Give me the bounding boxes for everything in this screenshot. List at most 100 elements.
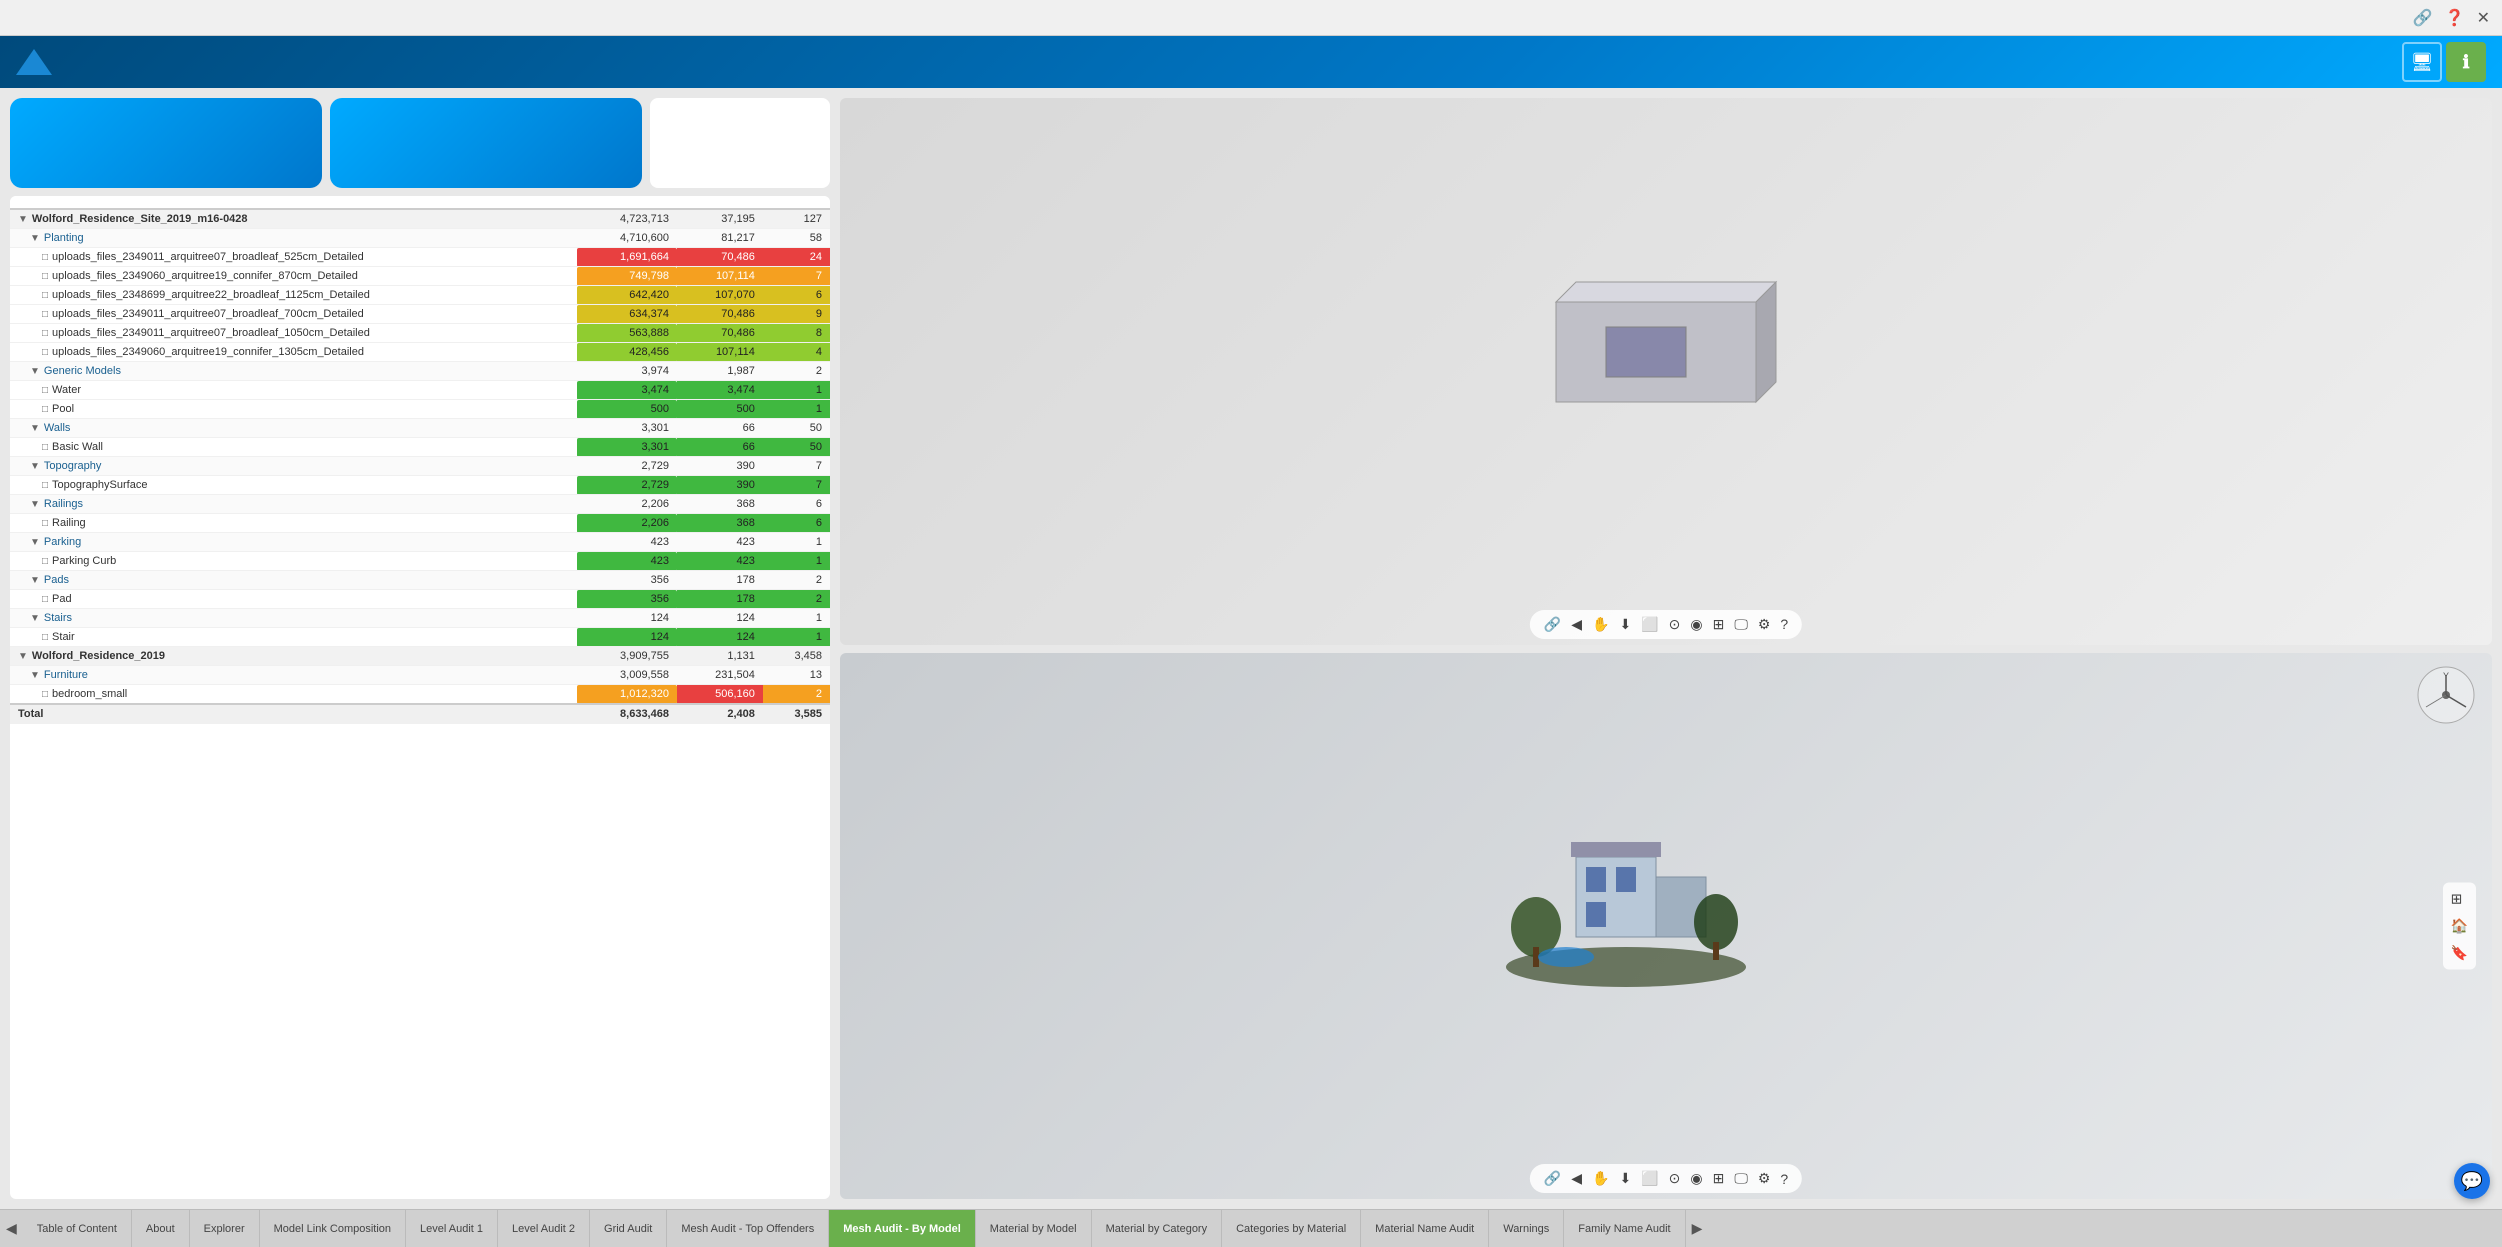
row-icon: ▼: [18, 214, 28, 225]
back-tool2-icon[interactable]: ◀: [1569, 1168, 1584, 1189]
table-cell-facesaver: 506,160: [677, 685, 763, 705]
table-cell-facecount: 1,691,664: [577, 248, 677, 267]
table-cell-facesaver: 124: [677, 628, 763, 647]
row-icon: □: [42, 404, 48, 415]
table-cell-facecount: 500: [577, 400, 677, 419]
table-cell-count: 6: [763, 514, 830, 533]
target-tool-icon[interactable]: ⊙: [1667, 614, 1683, 635]
table-cell-facesaver: 70,486: [677, 324, 763, 343]
table-row[interactable]: ▼Wolford_Residence_20193,909,7551,1313,4…: [10, 647, 830, 666]
tab-mesh-audit-top-offenders[interactable]: Mesh Audit - Top Offenders: [667, 1210, 829, 1247]
col-name-header[interactable]: [10, 196, 577, 209]
worst-triangle-category-card[interactable]: [330, 98, 642, 188]
table-cell-facecount: 642,420: [577, 286, 677, 305]
table-row[interactable]: □Pool5005001: [10, 400, 830, 419]
tabs-scroll-left[interactable]: ◀: [0, 1210, 23, 1247]
table-row[interactable]: ▼Railings2,2063686: [10, 495, 830, 514]
table-row[interactable]: ▼Wolford_Residence_Site_2019_m16-04284,7…: [10, 209, 830, 229]
down-tool2-icon[interactable]: ⬇: [1617, 1168, 1633, 1189]
table-row[interactable]: □TopographySurface2,7293907: [10, 476, 830, 495]
table-cell-facecount: 124: [577, 609, 677, 628]
link-tool-icon[interactable]: 🔗: [1542, 614, 1563, 635]
hand-tool-icon[interactable]: ✋: [1590, 614, 1611, 635]
screen-tool-icon[interactable]: 🖵: [1732, 614, 1750, 635]
table-cell-facecount: 634,374: [577, 305, 677, 324]
settings-tool-icon[interactable]: ⚙: [1756, 614, 1773, 635]
table-row[interactable]: ▼Parking4234231: [10, 533, 830, 552]
tab-material-by-model[interactable]: Material by Model: [976, 1210, 1092, 1247]
back-tool-icon[interactable]: ◀: [1569, 614, 1584, 635]
table-row[interactable]: □uploads_files_2349060_arquitree19_conni…: [10, 343, 830, 362]
chat-bubble[interactable]: 💬: [2454, 1163, 2490, 1199]
target-tool2-icon[interactable]: ⊙: [1667, 1168, 1683, 1189]
tab-grid-audit[interactable]: Grid Audit: [590, 1210, 667, 1247]
table-row[interactable]: □uploads_files_2349011_arquitree07_broad…: [10, 248, 830, 267]
table-row[interactable]: □Railing2,2063686: [10, 514, 830, 533]
tab-material-by-category[interactable]: Material by Category: [1092, 1210, 1223, 1247]
tab-material-name-audit[interactable]: Material Name Audit: [1361, 1210, 1489, 1247]
table-row[interactable]: ▼Furniture3,009,558231,50413: [10, 666, 830, 685]
table-cell-name: ▼Generic Models: [10, 362, 577, 381]
tab-warnings[interactable]: Warnings: [1489, 1210, 1564, 1247]
tab-mesh-audit-by-model[interactable]: Mesh Audit - By Model: [829, 1210, 976, 1247]
col-count-header[interactable]: [763, 196, 830, 209]
sphere-tool2-icon[interactable]: ◉: [1688, 1168, 1704, 1189]
table-row[interactable]: □Pad3561782: [10, 590, 830, 609]
home-tool-icon[interactable]: 🏠: [2449, 915, 2470, 936]
down-tool-icon[interactable]: ⬇: [1617, 614, 1633, 635]
table-row[interactable]: □Parking Curb4234231: [10, 552, 830, 571]
sphere-tool-icon[interactable]: ◉: [1688, 614, 1704, 635]
grid-tool2-icon[interactable]: ⊞: [1711, 1168, 1727, 1189]
screen-tool2-icon[interactable]: 🖵: [1732, 1168, 1750, 1189]
col-facesaver-header[interactable]: [677, 196, 763, 209]
table-row[interactable]: □Stair1241241: [10, 628, 830, 647]
tab-level-audit-1[interactable]: Level Audit 1: [406, 1210, 498, 1247]
tab-explorer[interactable]: Explorer: [190, 1210, 260, 1247]
frame-tool2-icon[interactable]: ⬜: [1639, 1168, 1660, 1189]
table-row[interactable]: □Basic Wall3,3016650: [10, 438, 830, 457]
table-cell-facecount: 3,301: [577, 438, 677, 457]
table-row[interactable]: ▼Pads3561782: [10, 571, 830, 590]
link-tool2-icon[interactable]: 🔗: [1542, 1168, 1563, 1189]
tab-family-name-audit[interactable]: Family Name Audit: [1564, 1210, 1685, 1247]
table-cell-count: 1: [763, 381, 830, 400]
info-button[interactable]: ℹ: [2446, 42, 2486, 82]
col-facecount-header[interactable]: [577, 196, 677, 209]
frame-tool-icon[interactable]: ⬜: [1639, 614, 1660, 635]
table-row[interactable]: ▼Generic Models3,9741,9872: [10, 362, 830, 381]
worst-triangle-model-card[interactable]: [10, 98, 322, 188]
grid-tool-icon[interactable]: ⊞: [1711, 614, 1727, 635]
table-cell-facesaver: 178: [677, 571, 763, 590]
close-icon[interactable]: ✕: [2477, 8, 2490, 28]
help-tool-icon[interactable]: ?: [1778, 614, 1790, 634]
tabs-scroll-right[interactable]: ▶: [1686, 1210, 1709, 1247]
table-cell-count: 127: [763, 209, 830, 229]
table-cell-name: ▼Topography: [10, 457, 577, 476]
tab-table-of-content[interactable]: Table of Content: [23, 1210, 132, 1247]
table-row[interactable]: □uploads_files_2349011_arquitree07_broad…: [10, 324, 830, 343]
table-cell-name: ▼Planting: [10, 229, 577, 248]
display-button[interactable]: 🖥: [2402, 42, 2442, 82]
help-icon[interactable]: ❓: [2445, 8, 2465, 28]
row-icon: ▼: [30, 575, 40, 586]
row-icon: ▼: [18, 651, 28, 662]
table-row[interactable]: □bedroom_small1,012,320506,1602: [10, 685, 830, 705]
view-tool-icon[interactable]: ⊞: [2449, 888, 2470, 909]
tab-categories-by-material[interactable]: Categories by Material: [1222, 1210, 1361, 1247]
table-row[interactable]: □uploads_files_2349060_arquitree19_conni…: [10, 267, 830, 286]
table-row[interactable]: ▼Planting4,710,60081,21758: [10, 229, 830, 248]
tab-about[interactable]: About: [132, 1210, 190, 1247]
help-tool2-icon[interactable]: ?: [1778, 1169, 1790, 1189]
table-row[interactable]: ▼Walls3,3016650: [10, 419, 830, 438]
table-row[interactable]: ▼Stairs1241241: [10, 609, 830, 628]
settings-tool2-icon[interactable]: ⚙: [1756, 1168, 1773, 1189]
hand-tool2-icon[interactable]: ✋: [1590, 1168, 1611, 1189]
tab-model-link-composition[interactable]: Model Link Composition: [260, 1210, 406, 1247]
table-row[interactable]: □uploads_files_2348699_arquitree22_broad…: [10, 286, 830, 305]
bookmark-tool-icon[interactable]: 🔖: [2449, 942, 2470, 963]
link-icon[interactable]: 🔗: [2413, 8, 2433, 28]
table-row[interactable]: □uploads_files_2349011_arquitree07_broad…: [10, 305, 830, 324]
tab-level-audit-2[interactable]: Level Audit 2: [498, 1210, 590, 1247]
table-row[interactable]: □Water3,4743,4741: [10, 381, 830, 400]
table-row[interactable]: ▼Topography2,7293907: [10, 457, 830, 476]
